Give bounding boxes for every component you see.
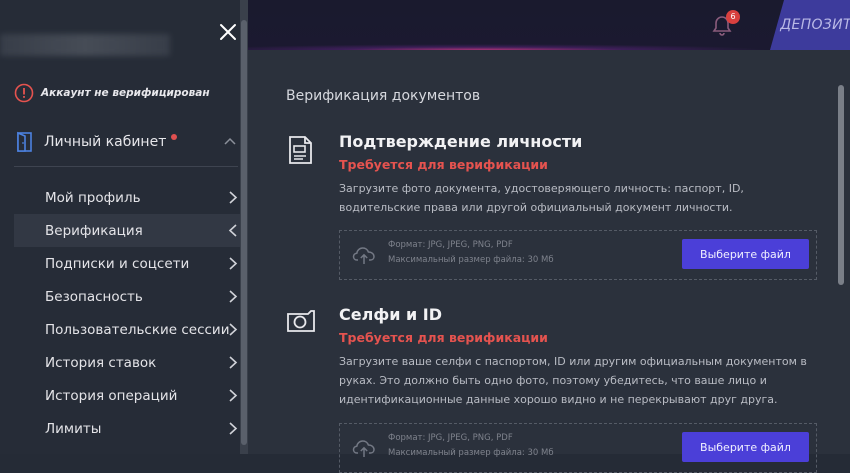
sidebar-menu: Мой профиль Верификация Подписки и соцсе… (14, 181, 240, 445)
sidebar-item-label: Подписки и соцсети (45, 255, 190, 272)
cloud-upload-icon (352, 440, 375, 457)
sidebar-scrollbar-thumb[interactable] (241, 20, 247, 445)
sidebar-item-label: Верификация (45, 222, 143, 239)
chevron-right-icon (229, 191, 238, 204)
sidebar: Аккаунт не верифицирован Личный кабинет … (0, 0, 248, 454)
cloud-upload-icon (352, 247, 375, 264)
sidebar-item-label: Безопасность (45, 288, 143, 305)
sidebar-item-label: Мой профиль (45, 189, 141, 206)
document-icon (289, 136, 312, 164)
door-icon (17, 131, 32, 152)
sidebar-item-sessions[interactable]: Пользовательские сессии (14, 313, 240, 346)
section-description: Загрузите фото документа, удостоверяющег… (339, 182, 744, 214)
sidebar-item-label: Пользовательские сессии (45, 321, 230, 338)
chevron-right-icon (229, 257, 238, 270)
sidebar-item-bet-history[interactable]: История ставок (14, 346, 240, 379)
chevron-right-icon (229, 389, 238, 402)
account-status-text: Аккаунт не верифицирован (41, 87, 210, 99)
sidebar-item-label: История ставок (45, 354, 157, 371)
chevron-right-icon (229, 323, 238, 336)
upload-max-size: Максимальный размер файла: 30 Мб (388, 448, 554, 458)
upload-formats: Формат: JPG, JPEG, PNG, PDF (388, 240, 513, 250)
cabinet-notification-dot (171, 134, 178, 140)
cabinet-section-toggle[interactable]: Личный кабинет (14, 130, 240, 154)
section-description: Загрузите ваше селфи с паспортом, ID или… (339, 355, 807, 406)
upload-max-size: Максимальный размер файла: 30 Мб (388, 255, 554, 265)
close-icon[interactable] (218, 22, 238, 42)
chevron-up-icon (224, 137, 236, 145)
sidebar-item-transaction-history[interactable]: История операций (14, 379, 240, 412)
page-title: Верификация документов (286, 88, 481, 104)
requirement-label: Требуется для верификации (339, 330, 548, 345)
sidebar-item-limits[interactable]: Лимиты (14, 412, 240, 445)
chevron-right-icon (229, 422, 238, 435)
alert-icon (14, 83, 34, 103)
upload-dropzone[interactable]: Формат: JPG, JPEG, PNG, PDF Максимальный… (339, 230, 817, 280)
choose-file-button[interactable]: Выберите файл (682, 432, 809, 462)
notification-badge: 6 (726, 10, 740, 24)
section-title: Селфи и ID (339, 305, 442, 324)
sidebar-item-profile[interactable]: Мой профиль (14, 181, 240, 214)
sidebar-item-verification[interactable]: Верификация (14, 214, 240, 247)
account-status: Аккаунт не верифицирован (14, 83, 210, 103)
cabinet-label: Личный кабинет (44, 134, 167, 150)
upload-dropzone[interactable]: Формат: JPG, JPEG, PNG, PDF Максимальный… (339, 423, 817, 473)
chevron-right-icon (229, 290, 238, 303)
sidebar-item-label: История операций (45, 387, 178, 404)
chevron-right-icon (229, 356, 238, 369)
choose-file-button[interactable]: Выберите файл (682, 239, 809, 269)
requirement-label: Требуется для верификации (339, 157, 548, 172)
camera-icon (287, 310, 315, 332)
divider (14, 166, 238, 167)
blurred-username (0, 34, 170, 56)
sidebar-scrollbar[interactable] (240, 0, 248, 454)
sidebar-item-security[interactable]: Безопасность (14, 280, 240, 313)
section-title: Подтверждение личности (339, 132, 583, 151)
upload-formats: Формат: JPG, JPEG, PNG, PDF (388, 433, 513, 443)
chevron-left-icon (228, 224, 237, 237)
sidebar-item-subscriptions[interactable]: Подписки и соцсети (14, 247, 240, 280)
sidebar-item-label: Лимиты (45, 420, 102, 437)
top-bar (248, 0, 850, 50)
main-scrollbar[interactable] (838, 85, 844, 285)
deposit-button[interactable]: ДЕПОЗИТ (770, 0, 850, 50)
